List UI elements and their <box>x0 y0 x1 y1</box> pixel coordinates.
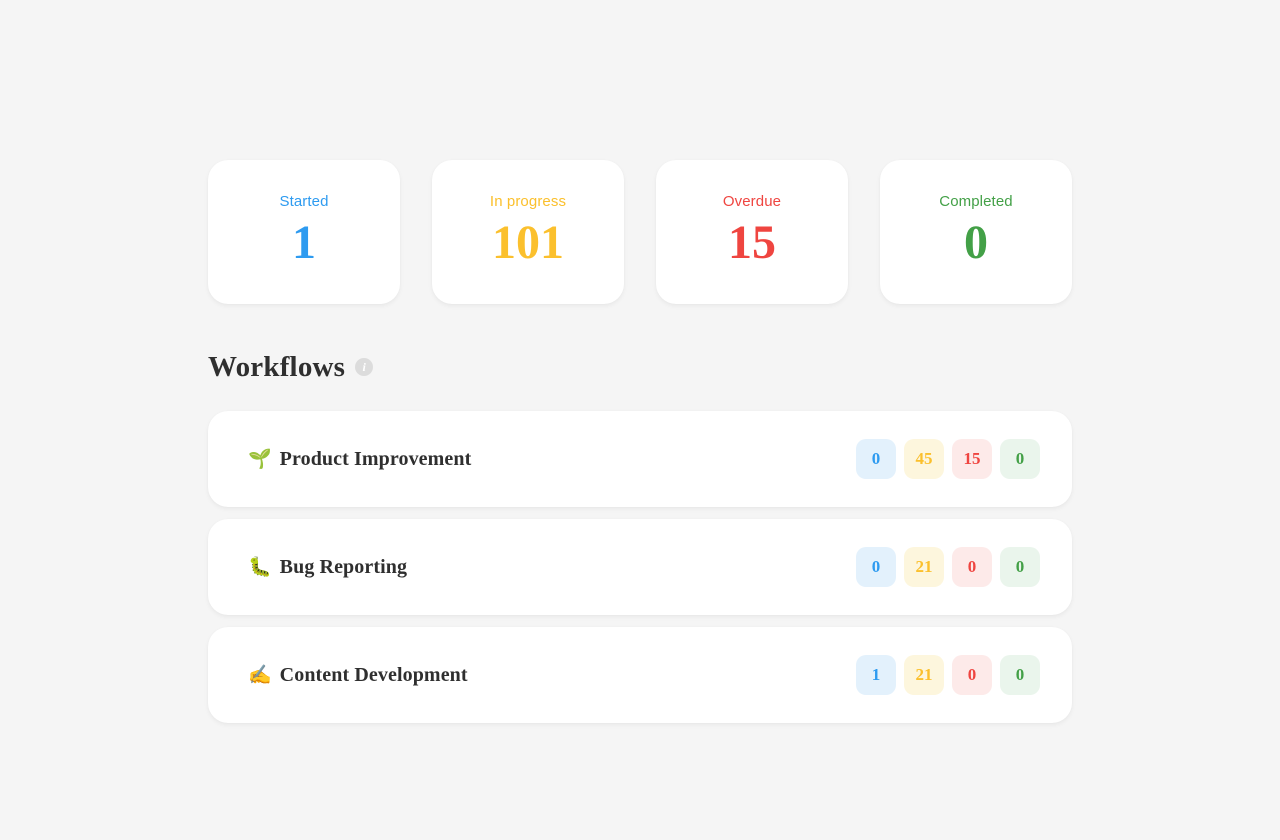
info-icon[interactable]: i <box>355 358 374 376</box>
workflows-section-header: Workflows i <box>208 349 1072 385</box>
stat-card-label: In progress <box>489 193 567 210</box>
page-title: Workflows <box>208 350 346 383</box>
status-badge-completed[interactable]: 0 <box>1000 655 1040 695</box>
stat-card-label: Overdue <box>722 193 782 210</box>
workflow-label: Content Development <box>279 663 468 686</box>
workflow-name-group: 🌱 Product Improvement <box>248 448 471 471</box>
dashboard-page: Started 1 In progress 101 Overdue 15 Completed… <box>0 0 1280 840</box>
status-badge-completed[interactable]: 0 <box>1000 547 1040 587</box>
stats-summary-row: Started 1 In progress 101 Overdue 15 Completed… <box>208 160 1072 304</box>
status-badge-overdue[interactable]: 0 <box>952 547 992 587</box>
status-badge-in-progress[interactable]: 21 <box>904 655 944 695</box>
stat-card-value: 15 <box>728 216 776 269</box>
stat-card-value: 101 <box>492 216 564 269</box>
workflow-row[interactable]: ✍️ Content Development 1 21 0 0 <box>208 627 1072 723</box>
stat-card-in-progress[interactable]: In progress 101 <box>432 160 624 304</box>
workflow-row[interactable]: 🐛 Bug Reporting 0 21 0 0 <box>208 519 1072 615</box>
status-badge-overdue[interactable]: 15 <box>952 439 992 479</box>
workflow-list: 🌱 Product Improvement 0 45 15 0 🐛 Bug Reporting… <box>208 411 1072 723</box>
status-badge-started[interactable]: 0 <box>856 439 896 479</box>
status-badge-in-progress[interactable]: 45 <box>904 439 944 479</box>
workflow-label: Bug Reporting <box>279 555 408 578</box>
writing-hand-icon: ✍️ <box>248 664 272 686</box>
stat-card-started[interactable]: Started 1 <box>208 160 400 304</box>
status-badge-overdue[interactable]: 0 <box>952 655 992 695</box>
workflow-count-badges: 0 21 0 0 <box>856 547 1040 587</box>
workflow-name-group: ✍️ Content Development <box>248 664 468 687</box>
bug-icon: 🐛 <box>248 556 272 578</box>
stat-card-overdue[interactable]: Overdue 15 <box>656 160 848 304</box>
seedling-icon: 🌱 <box>248 448 272 470</box>
status-badge-completed[interactable]: 0 <box>1000 439 1040 479</box>
workflow-count-badges: 0 45 15 0 <box>856 439 1040 479</box>
workflow-row[interactable]: 🌱 Product Improvement 0 45 15 0 <box>208 411 1072 507</box>
stat-card-completed[interactable]: Completed 0 <box>880 160 1072 304</box>
dashboard-content: Started 1 In progress 101 Overdue 15 Completed… <box>208 160 1072 723</box>
workflow-count-badges: 1 21 0 0 <box>856 655 1040 695</box>
workflow-name-group: 🐛 Bug Reporting <box>248 556 407 579</box>
stat-card-value: 0 <box>964 216 988 269</box>
workflow-label: Product Improvement <box>279 447 472 470</box>
stat-card-label: Completed <box>939 193 1013 210</box>
status-badge-started[interactable]: 0 <box>856 547 896 587</box>
stat-card-value: 1 <box>292 216 316 269</box>
stat-card-label: Started <box>279 193 329 210</box>
status-badge-started[interactable]: 1 <box>856 655 896 695</box>
status-badge-in-progress[interactable]: 21 <box>904 547 944 587</box>
